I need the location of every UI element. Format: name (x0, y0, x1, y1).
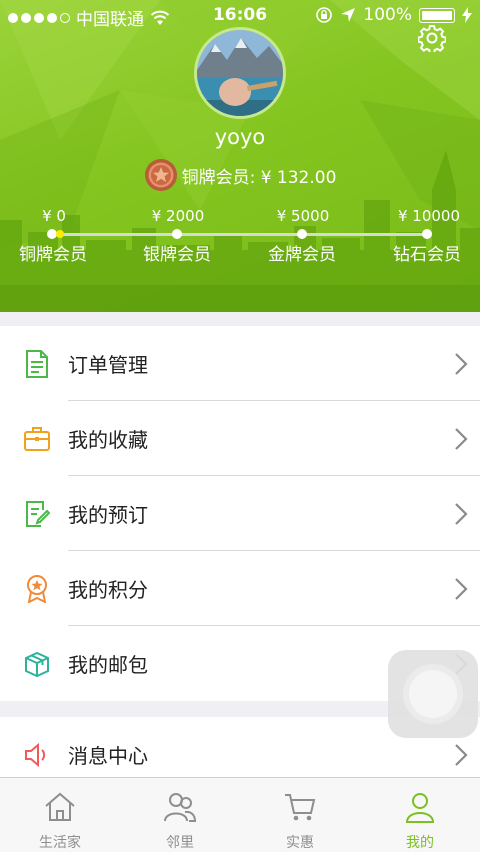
order-document-icon (26, 350, 48, 378)
tab-label: 我的 (406, 835, 434, 851)
menu-item-bookings[interactable]: 我的预订 (0, 476, 480, 551)
level-node (297, 229, 307, 239)
menu-item-orders[interactable]: 订单管理 (0, 326, 480, 401)
tab-deals[interactable]: 实惠 (240, 778, 360, 852)
battery-icon (419, 7, 455, 23)
chevron-right-icon (455, 503, 468, 525)
tab-mine[interactable]: 我的 (360, 778, 480, 852)
tab-label: 生活家 (39, 835, 81, 851)
chevron-right-icon (455, 428, 468, 450)
tab-label: 实惠 (286, 835, 314, 851)
points-badge-icon (27, 575, 47, 603)
username: yoyo (214, 125, 266, 149)
tab-life[interactable]: 生活家 (0, 778, 120, 852)
level-amount-bronze: ¥ 0 (42, 207, 66, 225)
level-name-silver: 银牌会员 (143, 245, 211, 265)
level-node (422, 229, 432, 239)
menu-item-label: 我的预订 (68, 503, 148, 527)
tab-bar: 生活家 邻里 实惠 我的 (0, 777, 480, 852)
status-right: 100% (315, 5, 472, 25)
rotation-lock-icon (316, 7, 333, 23)
member-level-text: 铜牌会员: ¥ 132.00 (181, 167, 337, 188)
chevron-right-icon (455, 578, 468, 600)
membership-levels: ¥ 0 ¥ 2000 ¥ 5000 ¥ 10000 铜牌会员 银牌会员 金牌会员… (0, 200, 480, 270)
member-status: 铜牌会员: ¥ 132.00 (0, 158, 480, 192)
bronze-medal-icon (144, 159, 177, 191)
location-arrow-icon (341, 8, 356, 22)
level-amount-silver: ¥ 2000 (151, 207, 205, 225)
avatar-photo (197, 30, 283, 116)
settings-gear-icon[interactable] (418, 24, 446, 52)
menu-item-label: 我的积分 (68, 578, 148, 602)
menu-item-favorites[interactable]: 我的收藏 (0, 401, 480, 476)
person-icon (405, 793, 435, 823)
level-progress-knob (56, 230, 65, 238)
menu-item-points[interactable]: 我的积分 (0, 551, 480, 626)
level-progress-track (52, 233, 428, 236)
chevron-right-icon (455, 353, 468, 375)
package-box-icon (25, 651, 49, 678)
booking-edit-icon (26, 501, 50, 527)
profile-header: 中国联通 16:06 100% yoyo 铜牌会员: ¥ 132.00 ¥ 0 … (0, 0, 480, 312)
menu-item-label: 我的收藏 (68, 428, 148, 452)
level-name-gold: 金牌会员 (268, 245, 336, 265)
level-name-diamond: 钻石会员 (393, 245, 461, 265)
battery-percent: 100% (363, 5, 412, 25)
chevron-right-icon (455, 744, 468, 766)
charging-icon (462, 7, 472, 23)
level-name-bronze: 铜牌会员 (19, 245, 87, 265)
assistive-touch-button[interactable] (388, 650, 478, 738)
speaker-icon (25, 742, 46, 768)
menu-item-label: 订单管理 (68, 353, 148, 377)
home-icon (45, 792, 75, 821)
level-node (172, 229, 182, 239)
level-amount-diamond: ¥ 10000 (397, 207, 461, 225)
assistive-touch-icon (409, 670, 457, 718)
briefcase-icon (24, 427, 50, 451)
menu-item-label: 我的邮包 (68, 653, 148, 677)
tab-label: 邻里 (166, 835, 194, 851)
cart-icon (285, 794, 316, 821)
menu-group-primary: 订单管理 我的收藏 我的预订 我的积分 我的邮包 (0, 326, 480, 701)
menu-item-label: 消息中心 (68, 744, 148, 768)
tab-neighbors[interactable]: 邻里 (120, 778, 240, 852)
people-icon (164, 793, 197, 822)
avatar[interactable] (194, 27, 286, 119)
level-amount-gold: ¥ 5000 (276, 207, 330, 225)
